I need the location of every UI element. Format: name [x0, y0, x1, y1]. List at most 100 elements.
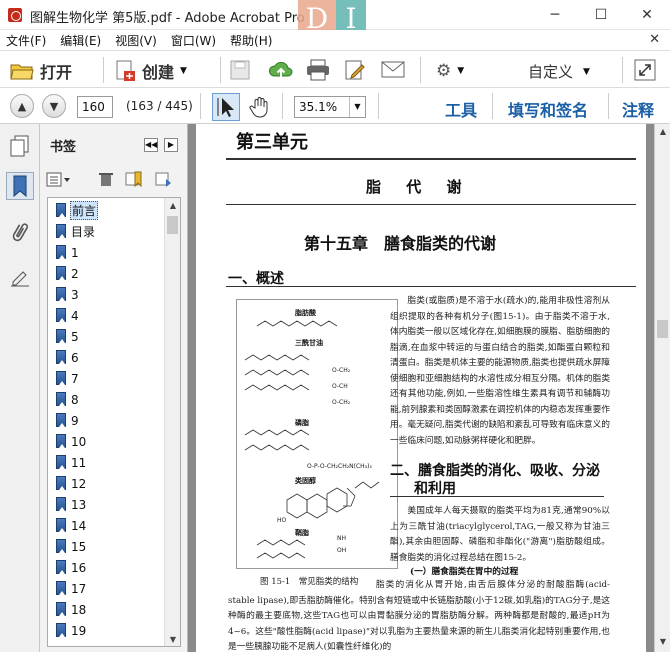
- stomach-paragraph: 脂类的消化从胃开始,由舌后腺体分泌的耐酸脂酶(acid-stable lipas…: [228, 580, 610, 652]
- tools-pane-button[interactable]: 工具: [445, 97, 477, 121]
- collapse-panel-icon[interactable]: ◀◀: [144, 138, 158, 152]
- save-icon[interactable]: [230, 60, 250, 80]
- bookmark-list[interactable]: 前言 目录 1 2 3 4 5 6 7 8 9 10 11 12 13 14 1…: [47, 197, 181, 647]
- bookmark-label: 15: [71, 539, 87, 554]
- signatures-button[interactable]: [6, 262, 34, 290]
- panel-options-icon[interactable]: ▶: [164, 138, 178, 152]
- list-item[interactable]: 16: [56, 557, 87, 578]
- zoom-select[interactable]: 35.1% ▼: [294, 96, 366, 118]
- scroll-down-icon[interactable]: ▼: [655, 634, 670, 650]
- customize-button[interactable]: 自定义 ▼: [528, 61, 590, 82]
- new-bookmark-icon[interactable]: [124, 171, 142, 187]
- list-item[interactable]: 6: [56, 347, 80, 368]
- bookmark-icon: [56, 308, 66, 322]
- lipid-structure-figure: O-CH₂ O-CH O-CH₂ O-P-O-CH₂CH₂N(CH₃)₃ HO …: [236, 299, 398, 569]
- list-item[interactable]: 2: [56, 263, 80, 284]
- bookmark-options-icon[interactable]: [46, 172, 72, 188]
- close-document-icon[interactable]: ✕: [649, 32, 660, 47]
- pdf-page: 第三单元 脂 代 谢 第十五章 膳食脂类的代谢 一、概述 O-CH₂ O-CH …: [196, 124, 646, 652]
- list-item[interactable]: 15: [56, 536, 87, 557]
- next-page-button[interactable]: ▼: [42, 94, 66, 118]
- menu-window[interactable]: 窗口(W): [171, 32, 216, 49]
- menu-help[interactable]: 帮助(H): [230, 32, 272, 49]
- section-heading: 二、膳食脂类的消化、吸收、分泌: [390, 463, 600, 479]
- section-rule: [226, 286, 636, 287]
- svg-text:OH: OH: [337, 547, 346, 554]
- figure-label: 鞘脂: [295, 528, 309, 537]
- list-item[interactable]: 4: [56, 305, 80, 326]
- bookmark-scrollbar[interactable]: ▲ ▼: [164, 198, 180, 646]
- list-item[interactable]: 前言: [56, 200, 99, 221]
- document-scrollbar[interactable]: ▲ ▼: [654, 124, 670, 652]
- create-label: 创建: [142, 63, 175, 82]
- list-item[interactable]: 18: [56, 599, 87, 620]
- email-icon[interactable]: [381, 61, 405, 79]
- list-item[interactable]: 10: [56, 431, 87, 452]
- bookmark-label: 9: [71, 413, 79, 428]
- list-item[interactable]: 9: [56, 410, 80, 431]
- attachments-button[interactable]: [6, 218, 34, 246]
- scroll-thumb[interactable]: [657, 320, 668, 338]
- bookmark-label: 6: [71, 350, 79, 365]
- maximize-button[interactable]: ☐: [578, 0, 624, 30]
- previous-page-button[interactable]: ▲: [10, 94, 34, 118]
- list-item[interactable]: 12: [56, 473, 87, 494]
- menu-file[interactable]: 文件(F): [6, 32, 46, 49]
- select-tool-button[interactable]: [212, 93, 240, 121]
- scroll-down-icon[interactable]: ▼: [165, 632, 180, 646]
- minimize-button[interactable]: ─: [532, 0, 578, 30]
- bookmark-icon: [13, 175, 27, 197]
- list-item[interactable]: 3: [56, 284, 80, 305]
- figure-label: 脂肪酸: [295, 308, 316, 317]
- list-item[interactable]: 11: [56, 452, 87, 473]
- bookmark-icon: [56, 350, 66, 364]
- list-item[interactable]: 5: [56, 326, 80, 347]
- svg-text:O-CH₂: O-CH₂: [332, 399, 351, 406]
- print-icon[interactable]: [306, 59, 330, 81]
- scroll-up-icon[interactable]: ▲: [655, 124, 670, 140]
- settings-button[interactable]: ⚙ ▼: [436, 61, 464, 81]
- create-button[interactable]: 创建 ▼: [114, 59, 187, 83]
- list-item[interactable]: 目录: [56, 221, 96, 242]
- comment-pane-button[interactable]: 注释: [622, 97, 654, 121]
- document-viewport[interactable]: 第三单元 脂 代 谢 第十五章 膳食脂类的代谢 一、概述 O-CH₂ O-CH …: [188, 124, 654, 652]
- list-item[interactable]: 17: [56, 578, 87, 599]
- expand-icon[interactable]: [634, 59, 656, 81]
- open-label: 打开: [40, 63, 73, 82]
- list-item[interactable]: 8: [56, 389, 80, 410]
- menu-view[interactable]: 视图(V): [115, 32, 157, 49]
- fill-and-sign-button[interactable]: 填写和签名: [508, 97, 588, 121]
- scroll-up-icon[interactable]: ▲: [165, 198, 180, 214]
- list-item[interactable]: 13: [56, 494, 87, 515]
- list-item[interactable]: 19: [56, 620, 87, 641]
- bookmark-icon: [56, 245, 66, 259]
- expand-bookmark-icon[interactable]: [154, 171, 172, 187]
- page-thumbnails-button[interactable]: [6, 132, 34, 160]
- figure-label: 磷脂: [295, 418, 309, 427]
- svg-text:O-CH: O-CH: [332, 383, 348, 390]
- page-number-input[interactable]: 160: [77, 96, 113, 118]
- bookmark-label: 12: [71, 476, 87, 491]
- figure-label: 三酰甘油: [295, 338, 323, 347]
- zoom-dropdown-icon[interactable]: ▼: [349, 97, 365, 117]
- arrow-down-icon: ▼: [49, 99, 59, 113]
- list-item[interactable]: 14: [56, 515, 87, 536]
- delete-bookmark-icon[interactable]: [98, 171, 114, 187]
- list-item[interactable]: 7: [56, 368, 80, 389]
- scroll-thumb[interactable]: [167, 216, 178, 234]
- edit-document-icon[interactable]: [344, 59, 366, 81]
- close-button[interactable]: ✕: [624, 0, 670, 30]
- cursor-arrow-icon: [217, 98, 234, 117]
- hand-tool-icon[interactable]: [248, 95, 272, 119]
- bookmark-label: 4: [71, 308, 79, 323]
- overview-paragraph: 脂类(或脂质)是不溶于水(疏水)的,能用非极性溶剂从组织提取的各种有机分子(图1…: [390, 296, 610, 446]
- page-thumbnails-icon: [10, 135, 29, 157]
- toolbar-divider: [492, 93, 493, 119]
- zoom-value: 35.1%: [299, 100, 338, 114]
- menu-edit[interactable]: 编辑(E): [60, 32, 101, 49]
- bookmarks-pane-button[interactable]: [6, 172, 34, 200]
- open-button[interactable]: 打开: [10, 59, 72, 83]
- chapter-title: 第十五章 膳食脂类的代谢: [304, 234, 497, 253]
- list-item[interactable]: 1: [56, 242, 80, 263]
- cloud-upload-icon[interactable]: [268, 59, 294, 81]
